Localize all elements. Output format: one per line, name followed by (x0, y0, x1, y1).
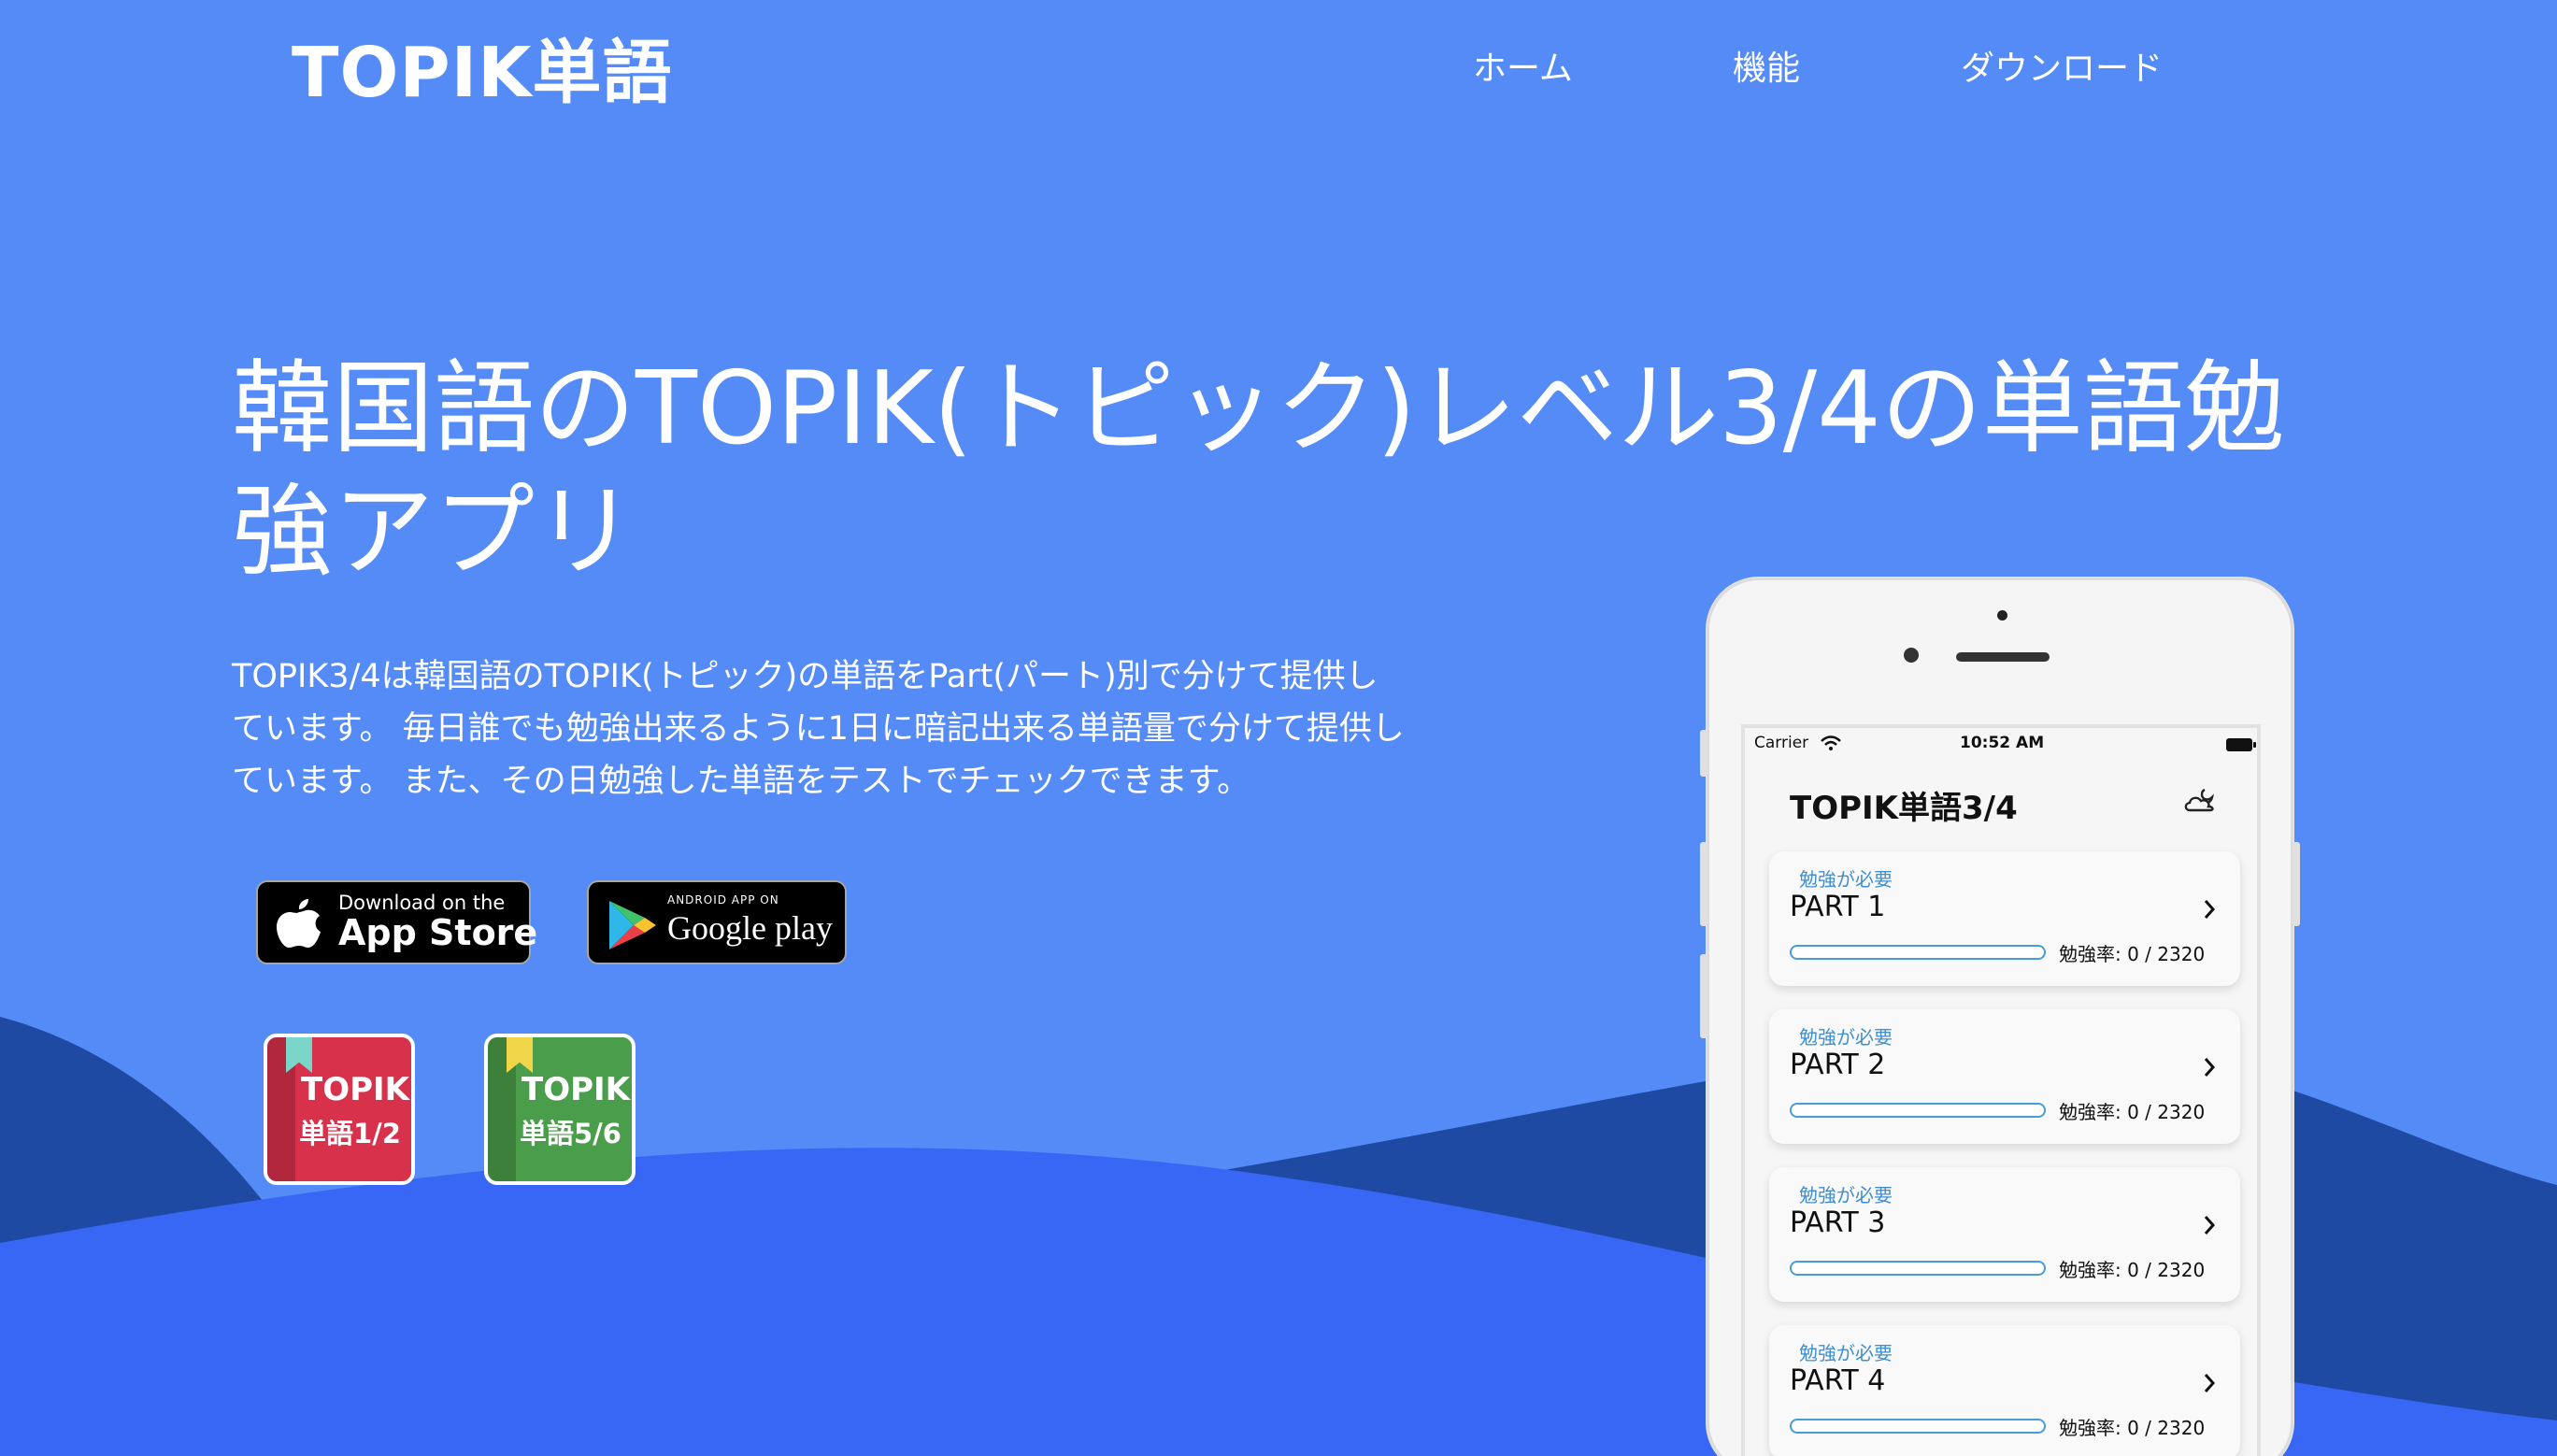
part-progress-bar (1790, 945, 2046, 960)
nav-download[interactable]: ダウンロード (1961, 41, 2163, 90)
chevron-right-icon (2204, 1374, 2216, 1392)
phone-screen: Carrier 10:52 AM TOPIK単語3/4 勉強が必要 PART 1… (1741, 724, 2261, 1456)
part-title: PART 2 (1790, 1049, 1886, 1081)
app-icon-subtitle: 単語5/6 (520, 1118, 621, 1149)
part-study-rate: 勉強率: 0 / 2320 (2059, 1101, 2206, 1123)
cloud-moon-icon[interactable] (2182, 786, 2221, 814)
status-carrier: Carrier (1754, 734, 1809, 752)
google-play-icon (609, 901, 656, 949)
googleplay-small-label: ANDROID APP ON (667, 893, 779, 906)
nav-features[interactable]: 機能 (1733, 41, 1800, 90)
part-study-rate: 勉強率: 0 / 2320 (2059, 1417, 2206, 1439)
part-status-tag: 勉強が必要 (1799, 1184, 1893, 1206)
nav-home[interactable]: ホーム (1473, 41, 1573, 90)
phone-volume-up (1700, 842, 1707, 926)
part-status-tag: 勉強が必要 (1799, 1342, 1893, 1364)
appstore-big-label: App Store (338, 912, 538, 953)
topik-12-app-icon[interactable]: TOPIK 単語1/2 (264, 1034, 415, 1185)
wifi-icon (1821, 735, 1841, 750)
apple-icon (277, 899, 321, 948)
part-card[interactable]: 勉強が必要 PART 1 勉強率: 0 / 2320 (1769, 851, 2240, 986)
phone-speaker (1956, 652, 2050, 662)
phone-sensor (1904, 648, 1919, 663)
part-progress-bar (1790, 1261, 2046, 1276)
chevron-right-icon (2204, 1058, 2216, 1077)
top-nav: ホーム 機能 ダウンロード (0, 41, 2557, 88)
app-icon-subtitle: 単語1/2 (299, 1118, 401, 1149)
phone-front-camera (1997, 610, 2007, 621)
phone-power-button (2293, 842, 2300, 926)
part-title: PART 1 (1790, 891, 1886, 923)
part-status-tag: 勉強が必要 (1799, 868, 1893, 891)
bookmark-ribbon-icon (286, 1037, 312, 1073)
part-card[interactable]: 勉強が必要 PART 4 勉強率: 0 / 2320 (1769, 1325, 2240, 1456)
status-time: 10:52 AM (1960, 734, 2045, 752)
chevron-right-icon (2204, 1216, 2216, 1235)
part-progress-bar (1790, 1103, 2046, 1118)
bookmark-ribbon-icon (507, 1037, 533, 1073)
topik-56-app-icon[interactable]: TOPIK 単語5/6 (484, 1034, 636, 1185)
phone-mute-switch (1700, 730, 1707, 777)
appstore-small-label: Download on the (338, 892, 506, 914)
part-status-tag: 勉強が必要 (1799, 1026, 1893, 1049)
part-progress-bar (1790, 1419, 2046, 1434)
googleplay-big-label: Google play (667, 909, 833, 947)
google-play-badge[interactable]: ANDROID APP ON Google play (587, 880, 847, 964)
app-screen-title: TOPIK単語3/4 (1790, 790, 2018, 827)
battery-icon (2226, 738, 2256, 751)
part-title: PART 3 (1790, 1206, 1886, 1239)
app-store-badge[interactable]: Download on the App Store (256, 880, 537, 964)
chevron-right-icon (2204, 900, 2216, 919)
part-study-rate: 勉強率: 0 / 2320 (2059, 1259, 2206, 1281)
app-icon-title: TOPIK (521, 1071, 631, 1108)
part-card[interactable]: 勉強が必要 PART 2 勉強率: 0 / 2320 (1769, 1009, 2240, 1144)
app-icon-title: TOPIK (301, 1071, 410, 1108)
phone-volume-down (1700, 954, 1707, 1038)
part-card[interactable]: 勉強が必要 PART 3 勉強率: 0 / 2320 (1769, 1167, 2240, 1302)
part-title: PART 4 (1790, 1364, 1886, 1397)
hero-description: TOPIK3/4は韓国語のTOPIK(トピック)の単語をPart(パート)別で分… (232, 658, 1405, 800)
part-study-rate: 勉強率: 0 / 2320 (2059, 943, 2206, 965)
phone-mockup: Carrier 10:52 AM TOPIK単語3/4 勉強が必要 PART 1… (1700, 578, 2300, 1456)
hero-title: 韓国語のTOPIK(トピック)レベル3/4の単語勉強アプリ (232, 350, 2285, 591)
